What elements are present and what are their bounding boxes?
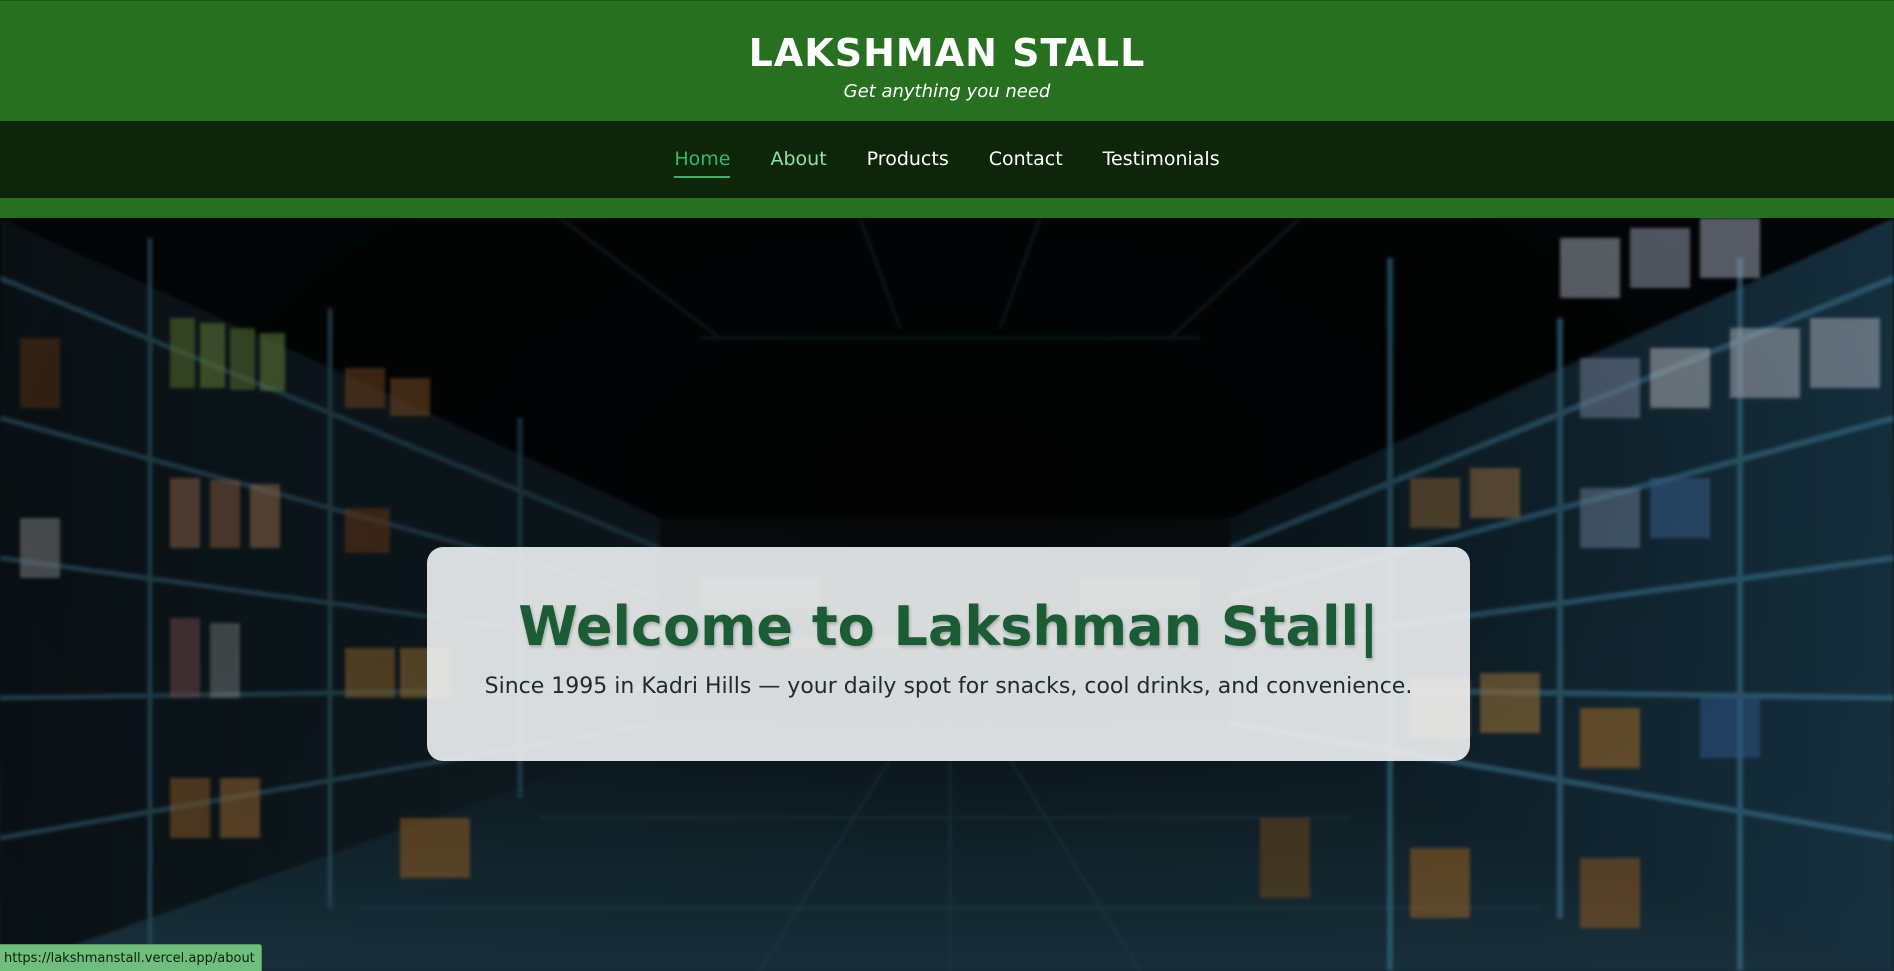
site-header: LAKSHMAN STALL Get anything you need <box>0 0 1894 121</box>
site-title: LAKSHMAN STALL <box>748 31 1146 75</box>
page: LAKSHMAN STALL Get anything you need Hom… <box>0 0 1894 971</box>
nav-link-home[interactable]: Home <box>674 142 731 178</box>
nav-link-about[interactable]: About <box>770 142 826 178</box>
hero-section: Welcome to Lakshman Stall| Since 1995 in… <box>0 218 1894 971</box>
welcome-heading: Welcome to Lakshman Stall| <box>427 595 1470 659</box>
welcome-heading-text: Welcome to Lakshman Stall <box>518 595 1359 658</box>
nav-link-contact[interactable]: Contact <box>989 142 1063 178</box>
nav-link-products[interactable]: Products <box>867 142 949 178</box>
main-nav: Home About Products Contact Testimonials <box>0 121 1894 198</box>
welcome-card: Welcome to Lakshman Stall| Since 1995 in… <box>427 547 1470 761</box>
header-divider-strip <box>0 198 1894 218</box>
nav-link-testimonials[interactable]: Testimonials <box>1103 142 1220 178</box>
welcome-subtext: Since 1995 in Kadri Hills — your daily s… <box>484 674 1413 699</box>
site-tagline: Get anything you need <box>843 81 1051 102</box>
typing-cursor: | <box>1359 595 1379 658</box>
browser-status-url: https://lakshmanstall.vercel.app/about <box>0 944 262 971</box>
